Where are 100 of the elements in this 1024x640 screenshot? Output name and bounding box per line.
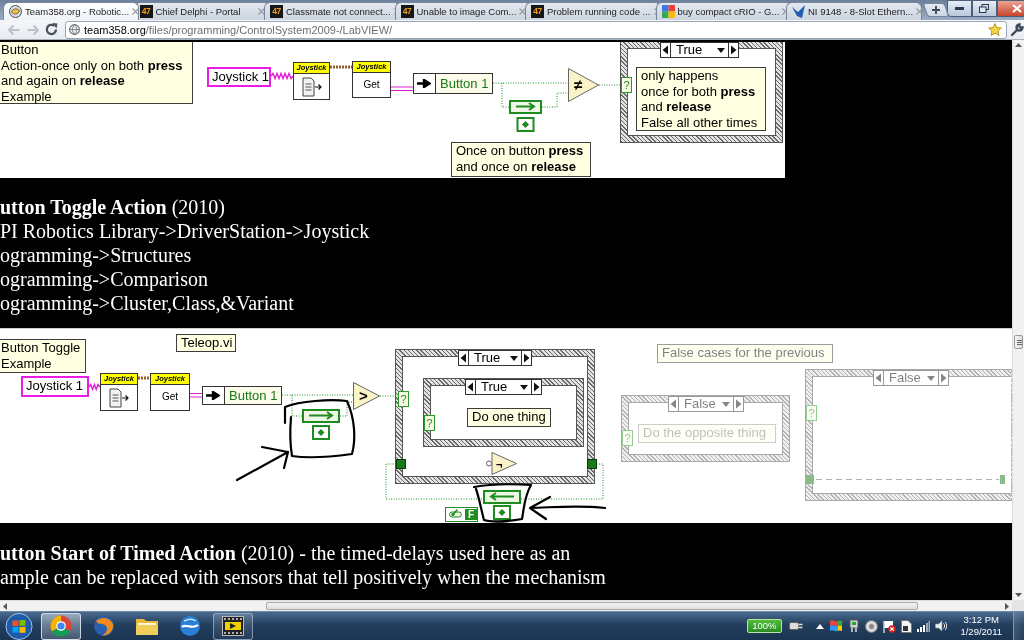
- left-triangle-icon: [669, 397, 679, 411]
- vi-function-label: Get: [363, 78, 380, 92]
- document-arrow-icon: [301, 77, 322, 97]
- signal-bars-icon[interactable]: [917, 620, 931, 632]
- compare-node: >: [353, 382, 380, 410]
- show-desktop-button[interactable]: [1013, 612, 1024, 640]
- forward-arrow-icon: [26, 24, 39, 35]
- scroll-down-icon[interactable]: [1015, 593, 1022, 597]
- start-orb-icon[interactable]: [5, 612, 33, 640]
- round-logo-icon: [9, 5, 22, 18]
- flag-with-cross-icon[interactable]: [883, 619, 897, 633]
- down-triangle-icon: [510, 355, 518, 361]
- feedback-node-icon: [302, 409, 340, 440]
- case-label: True: [473, 351, 502, 365]
- shift-register-icon: [587, 459, 597, 469]
- vi-function-label: Get: [161, 390, 179, 404]
- menu-path-text: ogramming->Cluster,Class,&Variant: [0, 291, 295, 315]
- right-arrow-icon: [206, 391, 220, 400]
- case-label: True: [480, 380, 509, 394]
- plug-icon[interactable]: [789, 620, 804, 632]
- comment-label: Do one thing: [467, 408, 551, 427]
- down-triangle-icon: [722, 401, 730, 407]
- reload-icon: [45, 23, 58, 36]
- show-hidden-icons-arrow[interactable]: [816, 623, 825, 629]
- address-field[interactable]: team358.org/files/programming/ControlSystem2009-/LabVIEW/: [65, 20, 1007, 39]
- control-terminal: Joystick 1: [207, 67, 271, 87]
- power-plug-icon[interactable]: [848, 619, 861, 633]
- site-logo: 47: [400, 5, 414, 18]
- scroll-up-icon[interactable]: [1015, 43, 1022, 47]
- element-label: Button 1: [224, 387, 281, 404]
- selector-terminal: ?: [806, 405, 817, 421]
- right-arrow-icon: [417, 79, 431, 88]
- site-logo: 47: [139, 5, 153, 18]
- minimize-button[interactable]: [946, 0, 972, 17]
- feedback-node-icon: [483, 490, 521, 520]
- disc-icon[interactable]: [865, 619, 879, 633]
- wire: [541, 92, 569, 108]
- paragraph-text: utton Start of Timed Action (2010) - the timed-delays used here as an ample can be replaced with sensors that tell positively when the mechanism: [0, 541, 607, 589]
- taskbar-app-button[interactable]: [41, 612, 81, 640]
- compare-node: ≠: [568, 68, 599, 102]
- orb-swoosh-icon: [179, 615, 201, 637]
- maximize-button[interactable]: [971, 0, 997, 17]
- comment-label: only happens once for both press and release False all other times: [636, 67, 766, 131]
- not-gate: ¬: [486, 452, 517, 475]
- battery-indicator: 100%: [747, 619, 783, 633]
- browser-tab[interactable]: Team358.org - Robotic...: [3, 2, 139, 20]
- close-icon: [1011, 4, 1022, 13]
- comment-label: Button Toggle Example: [0, 339, 86, 373]
- close-icon[interactable]: [916, 8, 924, 15]
- down-triangle-icon: [520, 384, 528, 390]
- section-heading: utton Toggle Action (2010): [0, 195, 227, 219]
- site-logo: 47: [531, 5, 544, 18]
- selector-terminal: ?: [424, 415, 435, 431]
- comment-label: Once on button press and once on release: [451, 142, 591, 177]
- site-logo: 47: [270, 5, 283, 18]
- minimize-icon: [954, 7, 964, 10]
- feedback-node-icon: [509, 100, 542, 132]
- comment-label: Button Action-once only on both press and again on release Example: [0, 42, 193, 104]
- scroll-thumb[interactable]: [1014, 335, 1023, 349]
- selector-terminal: ?: [622, 430, 633, 446]
- case-label: False: [683, 397, 717, 411]
- right-triangle-icon: [733, 397, 743, 411]
- wire: [598, 84, 622, 86]
- globe-icon: [69, 24, 80, 35]
- document-icon[interactable]: [901, 619, 913, 633]
- colorful-square-icon: [661, 5, 675, 18]
- colorful-circle-icon: [50, 615, 72, 637]
- taskbar-app-button[interactable]: [213, 612, 253, 640]
- wire: [339, 401, 354, 417]
- clock-date: 1/29/2011: [960, 626, 1002, 638]
- menu-path-text: ogramming->Structures: [0, 243, 193, 267]
- star-icon[interactable]: [988, 23, 1002, 36]
- close-button[interactable]: [996, 0, 1024, 17]
- menu-path-text: PI Robotics Library->DriverStation->Joystick: [0, 219, 371, 243]
- colorful-flag-icon[interactable]: [829, 619, 844, 633]
- speaker-icon[interactable]: [935, 620, 948, 632]
- control-terminal: Joystick 1: [21, 376, 89, 397]
- scroll-thumb[interactable]: [266, 602, 918, 610]
- hand-drawn-arrow: [235, 445, 290, 482]
- shift-register-icon: [396, 459, 406, 469]
- case-label: True: [675, 43, 704, 57]
- wrench-button[interactable]: [1010, 20, 1024, 39]
- selector-terminal: ?: [621, 77, 632, 93]
- clock-time: 3:12 PM: [963, 614, 999, 626]
- left-triangle-icon: [874, 371, 884, 385]
- browser-tab[interactable]: NI 9148 - 8-Slot Ethern...: [786, 2, 922, 20]
- down-triangle-icon: [717, 47, 725, 53]
- down-triangle-icon: [927, 375, 935, 381]
- folder-icon: [135, 616, 159, 636]
- scroll-left-icon[interactable]: [3, 603, 7, 610]
- film-strip-icon: [222, 616, 244, 636]
- swirl-globe-icon: [93, 615, 115, 637]
- close-icon[interactable]: [132, 8, 140, 15]
- wire: [390, 86, 414, 91]
- comment-label: False cases for the previous: [657, 344, 833, 363]
- wrench-icon: [1010, 22, 1024, 37]
- scroll-right-icon[interactable]: [1005, 603, 1009, 610]
- right-triangle-icon: [938, 371, 948, 385]
- element-label: Button 1: [435, 74, 492, 93]
- restore-icon: [979, 4, 989, 13]
